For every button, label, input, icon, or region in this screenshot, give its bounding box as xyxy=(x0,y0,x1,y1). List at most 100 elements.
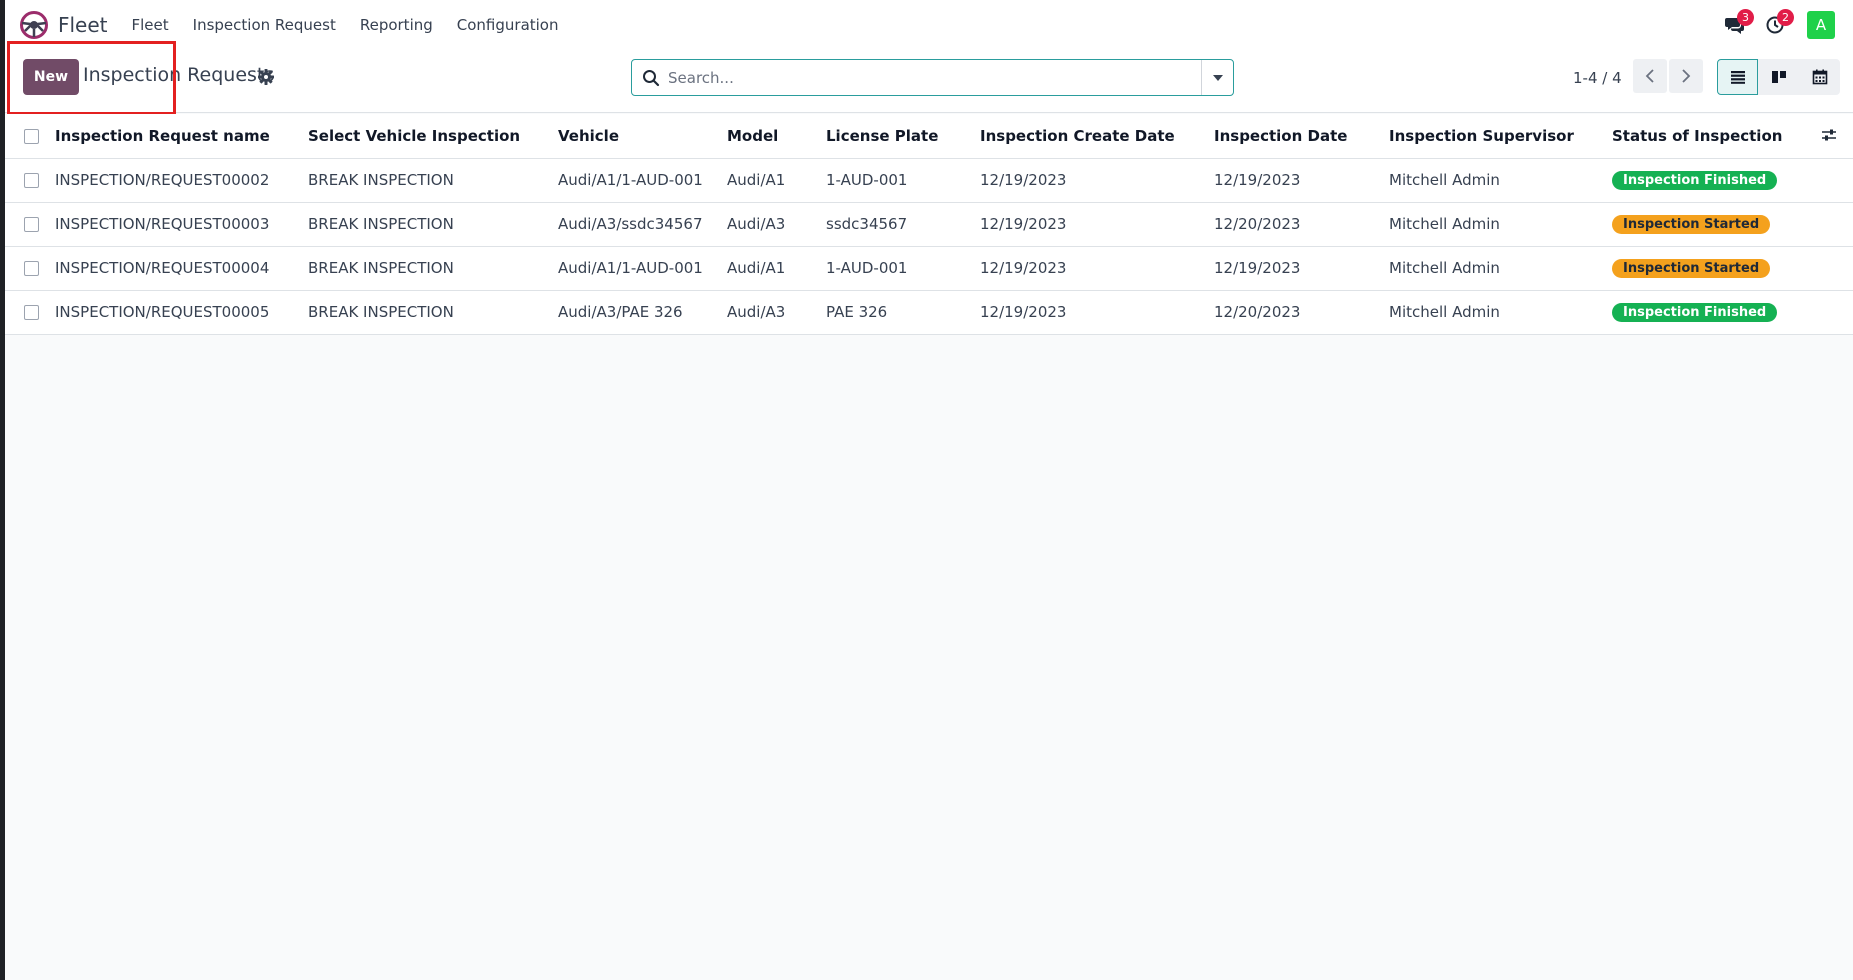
cell-license-plate[interactable]: ssdc34567 xyxy=(826,202,980,247)
column-header-create-date[interactable]: Inspection Create Date xyxy=(980,114,1214,159)
app-name: Fleet xyxy=(58,13,108,37)
cell-inspection[interactable]: BREAK INSPECTION xyxy=(308,202,558,247)
table-row[interactable]: INSPECTION/REQUEST00002 BREAK INSPECTION… xyxy=(5,158,1853,203)
pager-value[interactable]: 1-4 / 4 xyxy=(1573,69,1622,87)
cell-name[interactable]: INSPECTION/REQUEST00003 xyxy=(55,202,308,247)
activities-button[interactable]: 2 xyxy=(1755,0,1795,50)
cell-inspection-date[interactable]: 12/19/2023 xyxy=(1214,246,1389,291)
column-header-model[interactable]: Model xyxy=(727,114,826,159)
cell-inspection[interactable]: BREAK INSPECTION xyxy=(308,290,558,335)
cell-spacer xyxy=(1811,158,1853,203)
row-checkbox[interactable] xyxy=(24,305,39,320)
column-header-name[interactable]: Inspection Request name xyxy=(55,114,308,159)
chevron-left-icon xyxy=(1645,69,1654,83)
control-panel: New Inspection Requests 1-4 / 4 xyxy=(5,41,1853,115)
cell-supervisor[interactable]: Mitchell Admin xyxy=(1389,246,1612,291)
cell-model[interactable]: Audi/A1 xyxy=(727,158,826,203)
caret-down-icon xyxy=(1212,74,1223,81)
menu-item-reporting[interactable]: Reporting xyxy=(348,16,445,34)
cell-model[interactable]: Audi/A1 xyxy=(727,246,826,291)
cell-name[interactable]: INSPECTION/REQUEST00004 xyxy=(55,246,308,291)
cell-license-plate[interactable]: PAE 326 xyxy=(826,290,980,335)
list-view-button[interactable] xyxy=(1717,59,1758,95)
cell-supervisor[interactable]: Mitchell Admin xyxy=(1389,290,1612,335)
select-all-checkbox[interactable] xyxy=(24,128,39,144)
cell-spacer xyxy=(1811,290,1853,335)
row-checkbox[interactable] xyxy=(24,173,39,188)
cell-inspection-date[interactable]: 12/20/2023 xyxy=(1214,290,1389,335)
column-header-license-plate[interactable]: License Plate xyxy=(826,114,980,159)
user-avatar[interactable]: A xyxy=(1807,11,1835,39)
row-select-cell xyxy=(5,290,55,335)
menu-item-configuration[interactable]: Configuration xyxy=(445,16,571,34)
row-checkbox[interactable] xyxy=(24,261,39,276)
cell-vehicle[interactable]: Audi/A1/1-AUD-001 xyxy=(558,246,727,291)
gear-icon[interactable] xyxy=(257,68,275,86)
activities-count-badge: 2 xyxy=(1777,9,1794,26)
cell-license-plate[interactable]: 1-AUD-001 xyxy=(826,158,980,203)
search-input[interactable] xyxy=(668,61,1201,94)
cell-inspection-date[interactable]: 12/20/2023 xyxy=(1214,202,1389,247)
cell-spacer xyxy=(1811,202,1853,247)
column-header-inspection[interactable]: Select Vehicle Inspection xyxy=(308,114,558,159)
cell-status[interactable]: Inspection Started xyxy=(1612,202,1811,247)
cell-supervisor[interactable]: Mitchell Admin xyxy=(1389,202,1612,247)
calendar-view-button[interactable] xyxy=(1799,59,1840,95)
inspection-requests-table: Inspection Request name Select Vehicle I… xyxy=(5,114,1853,335)
cell-status[interactable]: Inspection Finished xyxy=(1612,158,1811,203)
cell-model[interactable]: Audi/A3 xyxy=(727,202,826,247)
menu-item-inspection-request[interactable]: Inspection Request xyxy=(181,16,348,34)
column-header-inspection-date[interactable]: Inspection Date xyxy=(1214,114,1389,159)
app-brand[interactable]: Fleet xyxy=(19,10,108,40)
table-row[interactable]: INSPECTION/REQUEST00005 BREAK INSPECTION… xyxy=(5,290,1853,335)
cell-license-plate[interactable]: 1-AUD-001 xyxy=(826,246,980,291)
sliders-icon xyxy=(1822,129,1836,141)
cell-model[interactable]: Audi/A3 xyxy=(727,290,826,335)
table-header-row: Inspection Request name Select Vehicle I… xyxy=(5,114,1853,159)
cell-vehicle[interactable]: Audi/A1/1-AUD-001 xyxy=(558,158,727,203)
cell-status[interactable]: Inspection Finished xyxy=(1612,290,1811,335)
steering-wheel-icon xyxy=(20,11,48,39)
main-menu: Fleet Inspection Request Reporting Confi… xyxy=(120,16,571,34)
pager-previous-button[interactable] xyxy=(1633,59,1667,93)
calendar-icon xyxy=(1812,69,1827,85)
column-header-vehicle[interactable]: Vehicle xyxy=(558,114,727,159)
status-badge: Inspection Started xyxy=(1612,215,1771,234)
cell-supervisor[interactable]: Mitchell Admin xyxy=(1389,158,1612,203)
status-badge: Inspection Finished xyxy=(1612,303,1778,322)
table-row[interactable]: INSPECTION/REQUEST00003 BREAK INSPECTION… xyxy=(5,202,1853,247)
cell-status[interactable]: Inspection Started xyxy=(1612,246,1811,291)
messages-button[interactable]: 3 xyxy=(1715,0,1755,50)
cell-create-date[interactable]: 12/19/2023 xyxy=(980,246,1214,291)
cell-vehicle[interactable]: Audi/A3/ssdc34567 xyxy=(558,202,727,247)
column-header-status[interactable]: Status of Inspection xyxy=(1612,114,1811,159)
menu-item-fleet[interactable]: Fleet xyxy=(120,16,181,34)
top-navbar: Fleet Fleet Inspection Request Reporting… xyxy=(5,0,1853,50)
new-button[interactable]: New xyxy=(23,59,79,95)
kanban-icon xyxy=(1771,71,1786,83)
row-select-cell xyxy=(5,246,55,291)
table-row[interactable]: INSPECTION/REQUEST00004 BREAK INSPECTION… xyxy=(5,246,1853,291)
cell-create-date[interactable]: 12/19/2023 xyxy=(980,290,1214,335)
cell-inspection[interactable]: BREAK INSPECTION xyxy=(308,246,558,291)
chevron-right-icon xyxy=(1682,69,1691,83)
cell-create-date[interactable]: 12/19/2023 xyxy=(980,202,1214,247)
row-select-cell xyxy=(5,202,55,247)
row-checkbox[interactable] xyxy=(24,217,39,232)
cell-vehicle[interactable]: Audi/A3/PAE 326 xyxy=(558,290,727,335)
status-badge: Inspection Started xyxy=(1612,259,1771,278)
cell-inspection[interactable]: BREAK INSPECTION xyxy=(308,158,558,203)
optional-columns-cell xyxy=(1811,114,1853,159)
kanban-view-button[interactable] xyxy=(1758,59,1799,95)
row-select-cell xyxy=(5,158,55,203)
optional-columns-toggle[interactable] xyxy=(1811,125,1847,145)
view-switcher xyxy=(1717,59,1840,95)
pager-next-button[interactable] xyxy=(1669,59,1703,93)
cell-inspection-date[interactable]: 12/19/2023 xyxy=(1214,158,1389,203)
cell-name[interactable]: INSPECTION/REQUEST00005 xyxy=(55,290,308,335)
cell-name[interactable]: INSPECTION/REQUEST00002 xyxy=(55,158,308,203)
select-all-cell xyxy=(5,114,55,159)
cell-create-date[interactable]: 12/19/2023 xyxy=(980,158,1214,203)
search-options-toggle[interactable] xyxy=(1201,60,1233,95)
column-header-supervisor[interactable]: Inspection Supervisor xyxy=(1389,114,1612,159)
